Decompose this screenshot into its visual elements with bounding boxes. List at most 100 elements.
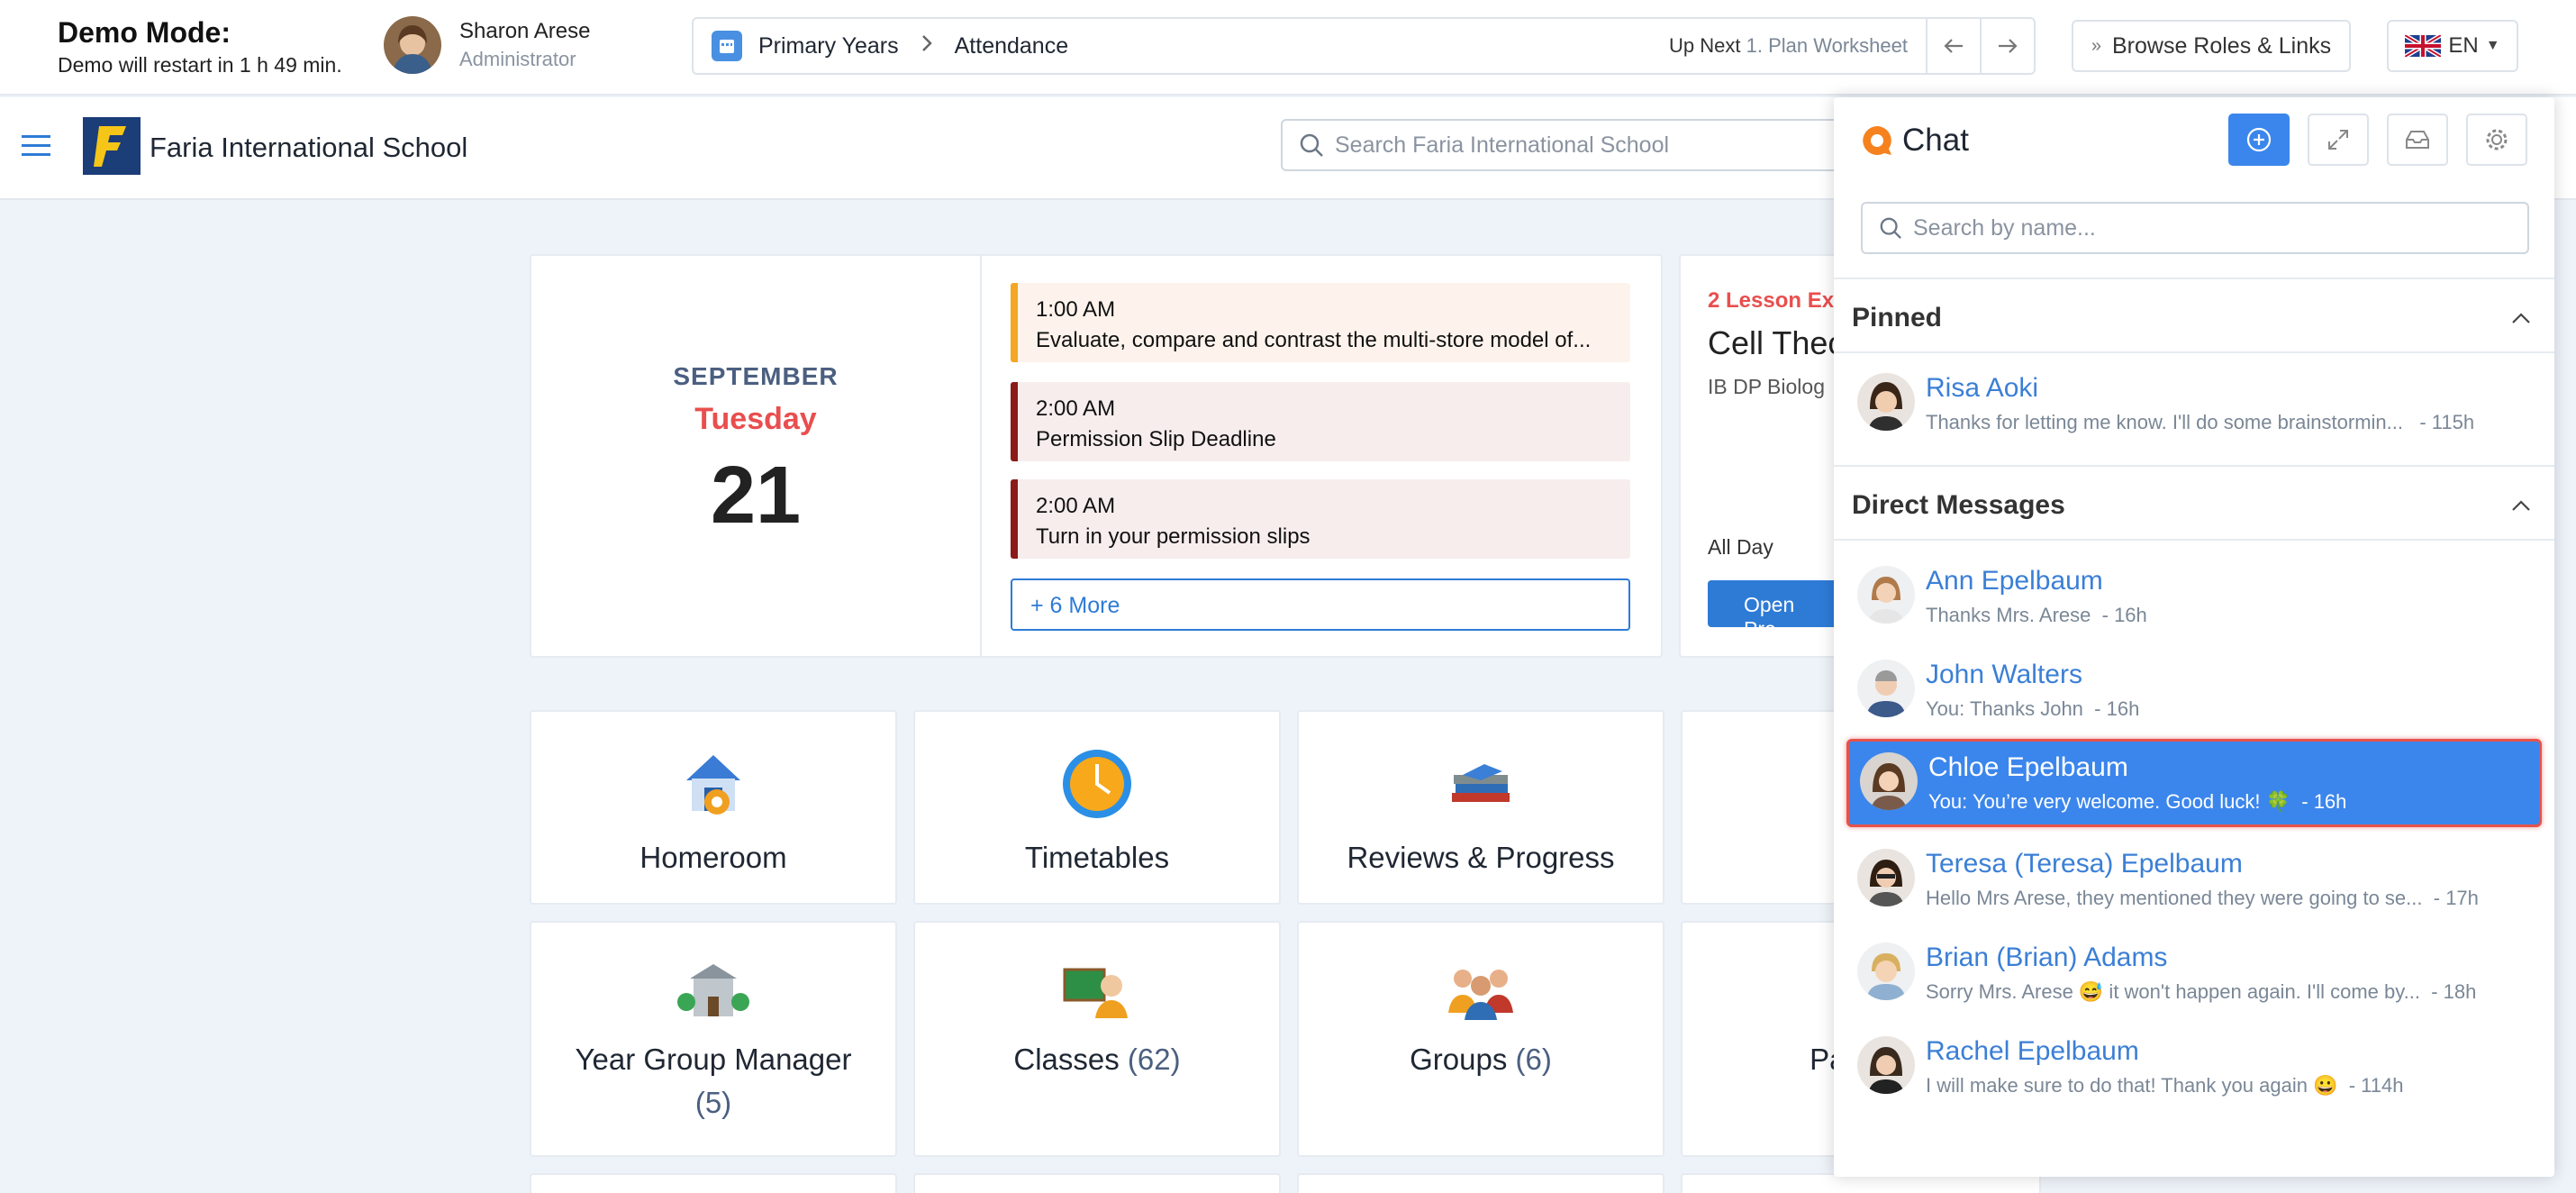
chevron-right-icon [921, 33, 933, 59]
demo-mode-notice: Demo Mode: Demo will restart in 1 h 49 m… [58, 16, 342, 77]
previous-button[interactable] [1926, 19, 1980, 73]
school-logo[interactable] [83, 117, 141, 175]
chat-header: Chat [1834, 97, 2554, 187]
language-selector[interactable]: EN ▼ [2387, 20, 2518, 72]
user-avatar [384, 16, 441, 74]
plus-circle-icon [2246, 127, 2272, 152]
conversation-preview: I will make sure to do that! Thank you a… [1926, 1074, 2542, 1097]
top-bar: Demo Mode: Demo will restart in 1 h 49 m… [0, 0, 2576, 96]
pinned-label: Pinned [1852, 303, 1943, 332]
uk-flag-icon [2405, 35, 2442, 57]
school-name[interactable]: Faria International School [150, 132, 467, 164]
chat-search-placeholder: Search by name... [1913, 214, 2096, 241]
tile-reviews-progress[interactable]: Reviews & Progress [1297, 710, 1664, 905]
avatar [1857, 849, 1915, 906]
tile-groups[interactable]: Groups (6) [1297, 921, 1664, 1157]
demo-subtitle: Demo will restart in 1 h 49 min. [58, 53, 342, 77]
tile-partial[interactable] [913, 1173, 1281, 1193]
conversation-risa-aoki[interactable]: Risa Aoki Thanks for letting me know. I'… [1846, 362, 2542, 451]
up-next-value: 1. Plan Worksheet [1746, 34, 1908, 57]
expand-chat-button[interactable] [2308, 114, 2369, 166]
breadcrumb-item-primary-years[interactable]: Primary Years [758, 33, 899, 59]
event-title: Turn in your permission slips [1036, 524, 1311, 549]
chat-title-label: Chat [1902, 123, 1969, 158]
avatar [1857, 1036, 1915, 1094]
classroom-icon [915, 959, 1279, 1022]
user-menu[interactable]: Sharon Arese Administrator [384, 16, 590, 74]
tile-label-wrap: Classes (62) [915, 1038, 1279, 1081]
conversation-brian-adams[interactable]: Brian (Brian) Adams Sorry Mrs. Arese 😅 i… [1846, 932, 2542, 1020]
inbox-button[interactable] [2387, 114, 2448, 166]
clock-icon [915, 748, 1279, 820]
conversation-rachel-epelbaum[interactable]: Rachel Epelbaum I will make sure to do t… [1846, 1025, 2542, 1114]
school-search-input[interactable]: Search Faria International School [1281, 119, 1929, 171]
conversation-name: Ann Epelbaum [1926, 566, 2103, 596]
direct-messages-label: Direct Messages [1852, 490, 2065, 520]
arrow-right-icon [1999, 39, 2018, 53]
people-group-icon [1299, 959, 1663, 1022]
tile-label: Reviews & Progress [1347, 841, 1615, 874]
conversation-ann-epelbaum[interactable]: Ann Epelbaum Thanks Mrs. Arese - 16h [1846, 555, 2542, 643]
lesson-time: All Day [1708, 535, 1773, 559]
calendar-day: 21 [710, 451, 802, 541]
school-building-icon [531, 959, 895, 1022]
conversation-preview: Hello Mrs Arese, they mentioned they wer… [1926, 887, 2542, 910]
tile-label-wrap: Groups (6) [1299, 1038, 1663, 1081]
search-icon [1300, 133, 1323, 157]
avatar [1857, 660, 1915, 717]
tile-partial[interactable] [530, 1173, 897, 1193]
tile-label: Classes [1013, 1043, 1120, 1076]
tile-timetables[interactable]: Timetables [913, 710, 1281, 905]
conversation-name: Risa Aoki [1926, 373, 2039, 403]
message-text: Hello Mrs Arese, they mentioned they wer… [1926, 887, 2423, 909]
message-time: - 17h [2433, 887, 2479, 909]
new-chat-button[interactable] [2228, 114, 2290, 166]
calendar-event[interactable]: 2:00 AM Permission Slip Deadline [1011, 382, 1630, 461]
lesson-subject: IB DP Biolog [1708, 375, 1825, 398]
conversation-preview: Thanks Mrs. Arese - 16h [1926, 604, 2542, 627]
search-icon [1880, 217, 1901, 239]
calendar-weekday: Tuesday [694, 402, 817, 436]
open-lesson-button[interactable]: Open Pre [1708, 580, 1852, 641]
direct-messages-section-header[interactable]: Direct Messages [1834, 465, 2554, 541]
conversation-john-walters[interactable]: John Walters You: Thanks John - 16h [1846, 649, 2542, 737]
tile-label: Homeroom [639, 841, 787, 874]
browse-roles-label: Browse Roles & Links [2111, 32, 2332, 59]
event-title: Permission Slip Deadline [1036, 427, 1276, 451]
chevron-up-icon [2511, 301, 2531, 332]
double-chevron-right-icon: » [2091, 35, 2101, 56]
tile-year-group-manager[interactable]: Year Group Manager (5) [530, 921, 897, 1157]
language-label: EN [2448, 33, 2479, 58]
tile-homeroom[interactable]: Homeroom [530, 710, 897, 905]
tile-count: (5) [694, 1086, 732, 1119]
user-name: Sharon Arese [459, 19, 591, 43]
up-next[interactable]: Up Next 1. Plan Worksheet [1669, 34, 1908, 58]
event-title: Evaluate, compare and contrast the multi… [1036, 328, 1592, 352]
conversation-name: Chloe Epelbaum [1928, 752, 2128, 782]
tile-partial[interactable] [1297, 1173, 1664, 1193]
conversation-name: Rachel Epelbaum [1926, 1036, 2139, 1066]
calendar-event[interactable]: 2:00 AM Turn in your permission slips [1011, 479, 1630, 559]
breadcrumb-item-attendance[interactable]: Attendance [955, 33, 1069, 59]
event-time: 2:00 AM [1036, 494, 1116, 518]
message-time: - 16h [2094, 697, 2140, 720]
conversation-name: Brian (Brian) Adams [1926, 943, 2168, 972]
pinned-section-header[interactable]: Pinned [1834, 278, 2554, 353]
tile-count: (62) [1127, 1043, 1181, 1076]
browse-roles-button[interactable]: » Browse Roles & Links [2072, 20, 2351, 72]
chat-settings-button[interactable] [2466, 114, 2527, 166]
chat-title: Chat [1861, 123, 1969, 159]
tile-classes[interactable]: Classes (62) [913, 921, 1281, 1157]
conversation-chloe-epelbaum[interactable]: Chloe Epelbaum You: You’re very welcome.… [1846, 739, 2542, 827]
menu-icon[interactable] [22, 133, 52, 163]
chat-search-input[interactable]: Search by name... [1861, 202, 2529, 254]
message-time: - 16h [2301, 790, 2347, 813]
conversation-name: Teresa (Teresa) Epelbaum [1926, 849, 2243, 879]
message-text: I will make sure to do that! Thank you a… [1926, 1074, 2338, 1097]
lesson-title[interactable]: Cell Theo [1708, 324, 1846, 362]
more-events-button[interactable]: + 6 More [1011, 578, 1630, 631]
calendar-event[interactable]: 1:00 AM Evaluate, compare and contrast t… [1011, 283, 1630, 362]
next-button[interactable] [1980, 19, 2034, 73]
calendar-month: SEPTEMBER [673, 362, 839, 390]
conversation-teresa-epelbaum[interactable]: Teresa (Teresa) Epelbaum Hello Mrs Arese… [1846, 838, 2542, 926]
